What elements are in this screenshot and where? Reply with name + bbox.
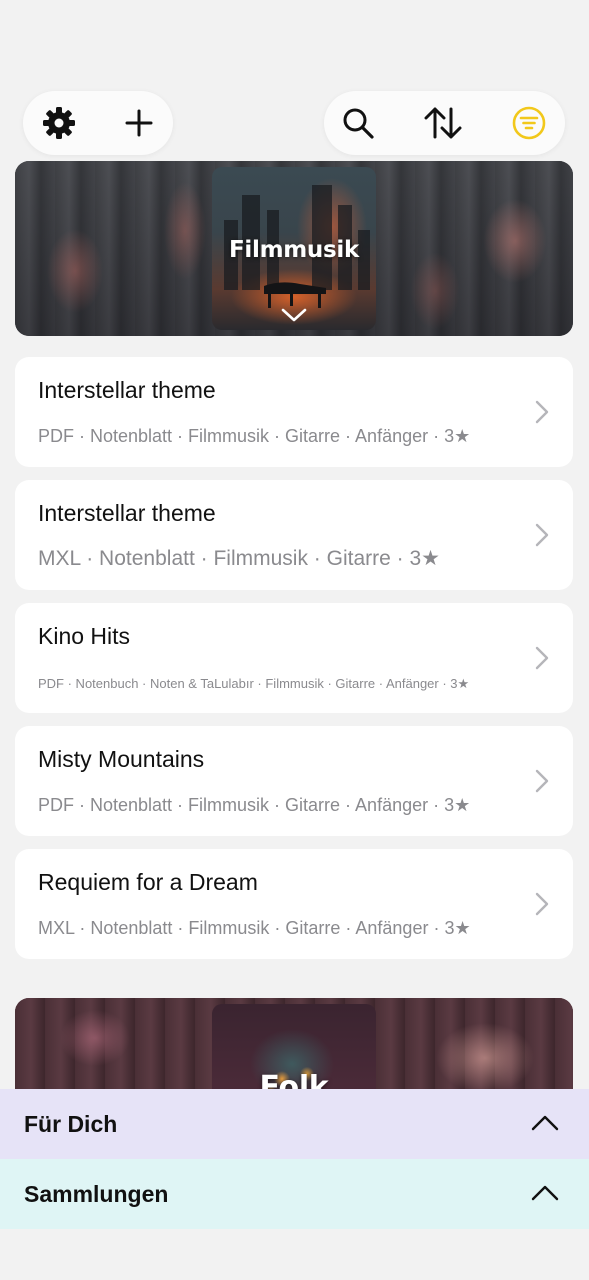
sort-button[interactable] (423, 103, 463, 143)
piano-image (264, 282, 326, 308)
panel-label: Für Dich (24, 1111, 118, 1137)
settings-button[interactable] (39, 103, 79, 143)
search-button[interactable] (338, 103, 378, 143)
list-item[interactable]: Interstellar theme PDF · Notenblatt · Fi… (15, 357, 573, 467)
gear-icon (43, 107, 75, 139)
collection-title: Filmmusik (229, 237, 359, 263)
item-meta: MXL · Notenblatt · Filmmusik · Gitarre ·… (38, 547, 440, 570)
item-title: Interstellar theme (38, 377, 216, 403)
chevron-right-icon (535, 769, 549, 793)
search-icon (343, 108, 374, 139)
chevron-right-icon (535, 400, 549, 424)
panel-label: Sammlungen (24, 1181, 169, 1207)
item-title: Kino Hits (38, 623, 131, 649)
filter-button[interactable] (509, 103, 549, 143)
chevron-up-icon (531, 1185, 559, 1201)
item-title: Interstellar theme (38, 500, 216, 526)
toolbar-left (23, 91, 173, 155)
chevron-right-icon (535, 646, 549, 670)
chevron-right-icon (535, 892, 549, 916)
item-meta: PDF · Notenblatt · Filmmusik · Gitarre ·… (38, 795, 471, 815)
panel-fuer-dich[interactable]: Für Dich (0, 1089, 589, 1159)
add-button[interactable] (119, 103, 159, 143)
item-title: Requiem for a Dream (38, 869, 258, 895)
collection-banner-filmmusik[interactable]: Filmmusik (15, 161, 573, 336)
list-item[interactable]: Kino Hits PDF · Notenbuch · Noten & TaLu… (15, 603, 573, 713)
list-item[interactable]: Misty Mountains PDF · Notenblatt · Filmm… (15, 726, 573, 836)
filter-icon (512, 106, 546, 140)
chevron-right-icon (535, 523, 549, 547)
plus-icon (125, 109, 153, 137)
item-title: Misty Mountains (38, 746, 205, 772)
bottom-area (0, 1229, 589, 1280)
chevron-down-icon[interactable] (280, 307, 308, 323)
item-meta: PDF · Notenblatt · Filmmusik · Gitarre ·… (38, 426, 471, 446)
item-meta: MXL · Notenblatt · Filmmusik · Gitarre ·… (38, 918, 471, 938)
sort-icon (424, 107, 462, 139)
item-meta: PDF · Notenbuch · Noten & TaLulabır · Fi… (38, 676, 470, 691)
list-item[interactable]: Interstellar theme MXL · Notenblatt · Fi… (15, 480, 573, 590)
list-item[interactable]: Requiem for a Dream MXL · Notenblatt · F… (15, 849, 573, 959)
collection-cover: Filmmusik (212, 167, 376, 330)
chevron-up-icon (531, 1115, 559, 1131)
toolbar-right (324, 91, 565, 155)
panel-sammlungen[interactable]: Sammlungen (0, 1159, 589, 1229)
